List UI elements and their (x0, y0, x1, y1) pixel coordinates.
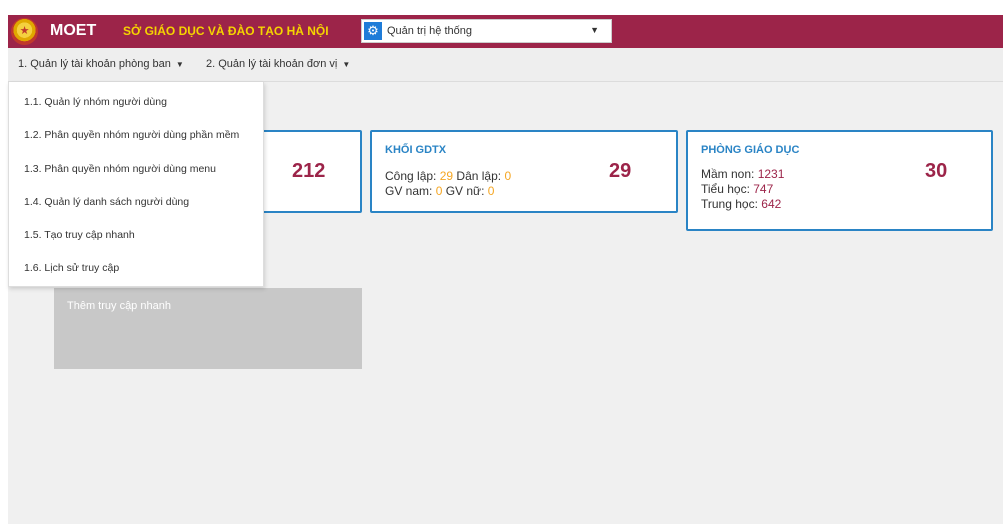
page: ★ MOET SỞ GIÁO DỤC VÀ ĐÀO TẠO HÀ NỘI ⚙ Q… (0, 0, 1005, 524)
menu-label: 2. Quản lý tài khoản đơn vị (206, 58, 338, 70)
role-select[interactable]: ⚙ Quản trị hệ thống ▼ (361, 19, 612, 43)
chevron-down-icon: ▼ (590, 25, 599, 35)
dan-lap-value: 0 (504, 169, 512, 183)
national-emblem-icon[interactable]: ★ (11, 18, 38, 45)
stat-card-title: KHỐI GDTX (385, 144, 447, 156)
dropdown-item-phan-quyen-phan-mem[interactable]: 1.2. Phân quyền nhóm người dùng phần mềm (24, 129, 239, 141)
trung-hoc-value: 642 (761, 197, 782, 211)
stat-card-count: 29 (609, 160, 632, 182)
dropdown-quan-ly-tai-khoan-phong-ban: 1.1. Quản lý nhóm người dùng 1.2. Phân q… (8, 82, 264, 287)
dropdown-item-quan-ly-nhom-nguoi-dung[interactable]: 1.1. Quản lý nhóm người dùng (24, 96, 167, 108)
stat-line-tieu-hoc: Tiểu học: 747 (701, 182, 774, 196)
dropdown-item-phan-quyen-menu[interactable]: 1.3. Phân quyền nhóm người dùng menu (24, 163, 216, 175)
stat-line-trung-hoc: Trung học: 642 (701, 197, 782, 211)
gear-icon: ⚙ (364, 22, 382, 40)
tieu-hoc-value: 747 (753, 182, 774, 196)
org-name: SỞ GIÁO DỤC VÀ ĐÀO TẠO HÀ NỘI (123, 24, 329, 38)
mam-non-value: 1231 (757, 167, 785, 181)
role-select-value: Quản trị hệ thống (387, 25, 473, 37)
menu-quan-ly-tai-khoan-don-vi[interactable]: 2. Quản lý tài khoản đơn vị ▼ (206, 58, 350, 70)
gv-nu-value: 0 (487, 184, 495, 198)
menu-quan-ly-tai-khoan-phong-ban[interactable]: 1. Quản lý tài khoản phòng ban ▼ (18, 58, 184, 70)
stat-line-gv: GV nam: 0 GV nữ: 0 (385, 184, 495, 198)
stat-card-khoi-gdtx[interactable]: KHỐI GDTX 29 Công lập: 29 Dân lập: 0 GV … (370, 130, 678, 213)
add-quick-access-button[interactable]: Thêm truy cập nhanh (54, 288, 362, 369)
stat-card-phong-giao-duc[interactable]: PHÒNG GIÁO DỤC 30 Mầm non: 1231 Tiểu học… (686, 130, 993, 231)
stat-line-cong-dan-lap: Công lập: 29 Dân lập: 0 (385, 169, 512, 183)
dropdown-item-danh-sach-nguoi-dung[interactable]: 1.4. Quản lý danh sách người dùng (24, 196, 189, 208)
add-quick-access-label: Thêm truy cập nhanh (67, 300, 171, 312)
caret-down-icon: ▼ (342, 60, 351, 69)
dropdown-item-tao-truy-cap-nhanh[interactable]: 1.5. Tạo truy cập nhanh (24, 229, 135, 241)
stat-card-title: PHÒNG GIÁO DỤC (701, 144, 800, 156)
stat-card-count: 30 (925, 160, 948, 182)
stat-line-mam-non: Mầm non: 1231 (701, 167, 785, 181)
caret-down-icon: ▼ (175, 60, 184, 69)
cong-lap-value: 29 (439, 169, 454, 183)
main-menubar: 1. Quản lý tài khoản phòng ban ▼ 2. Quản … (8, 48, 1003, 82)
stat-card-count: 212 (292, 160, 326, 182)
dropdown-item-lich-su-truy-cap[interactable]: 1.6. Lịch sử truy cập (24, 262, 119, 274)
brand-name[interactable]: MOET (50, 22, 96, 40)
menu-label: 1. Quản lý tài khoản phòng ban (18, 58, 171, 70)
top-header: ★ MOET SỞ GIÁO DỤC VÀ ĐÀO TẠO HÀ NỘI ⚙ Q… (8, 15, 1003, 48)
